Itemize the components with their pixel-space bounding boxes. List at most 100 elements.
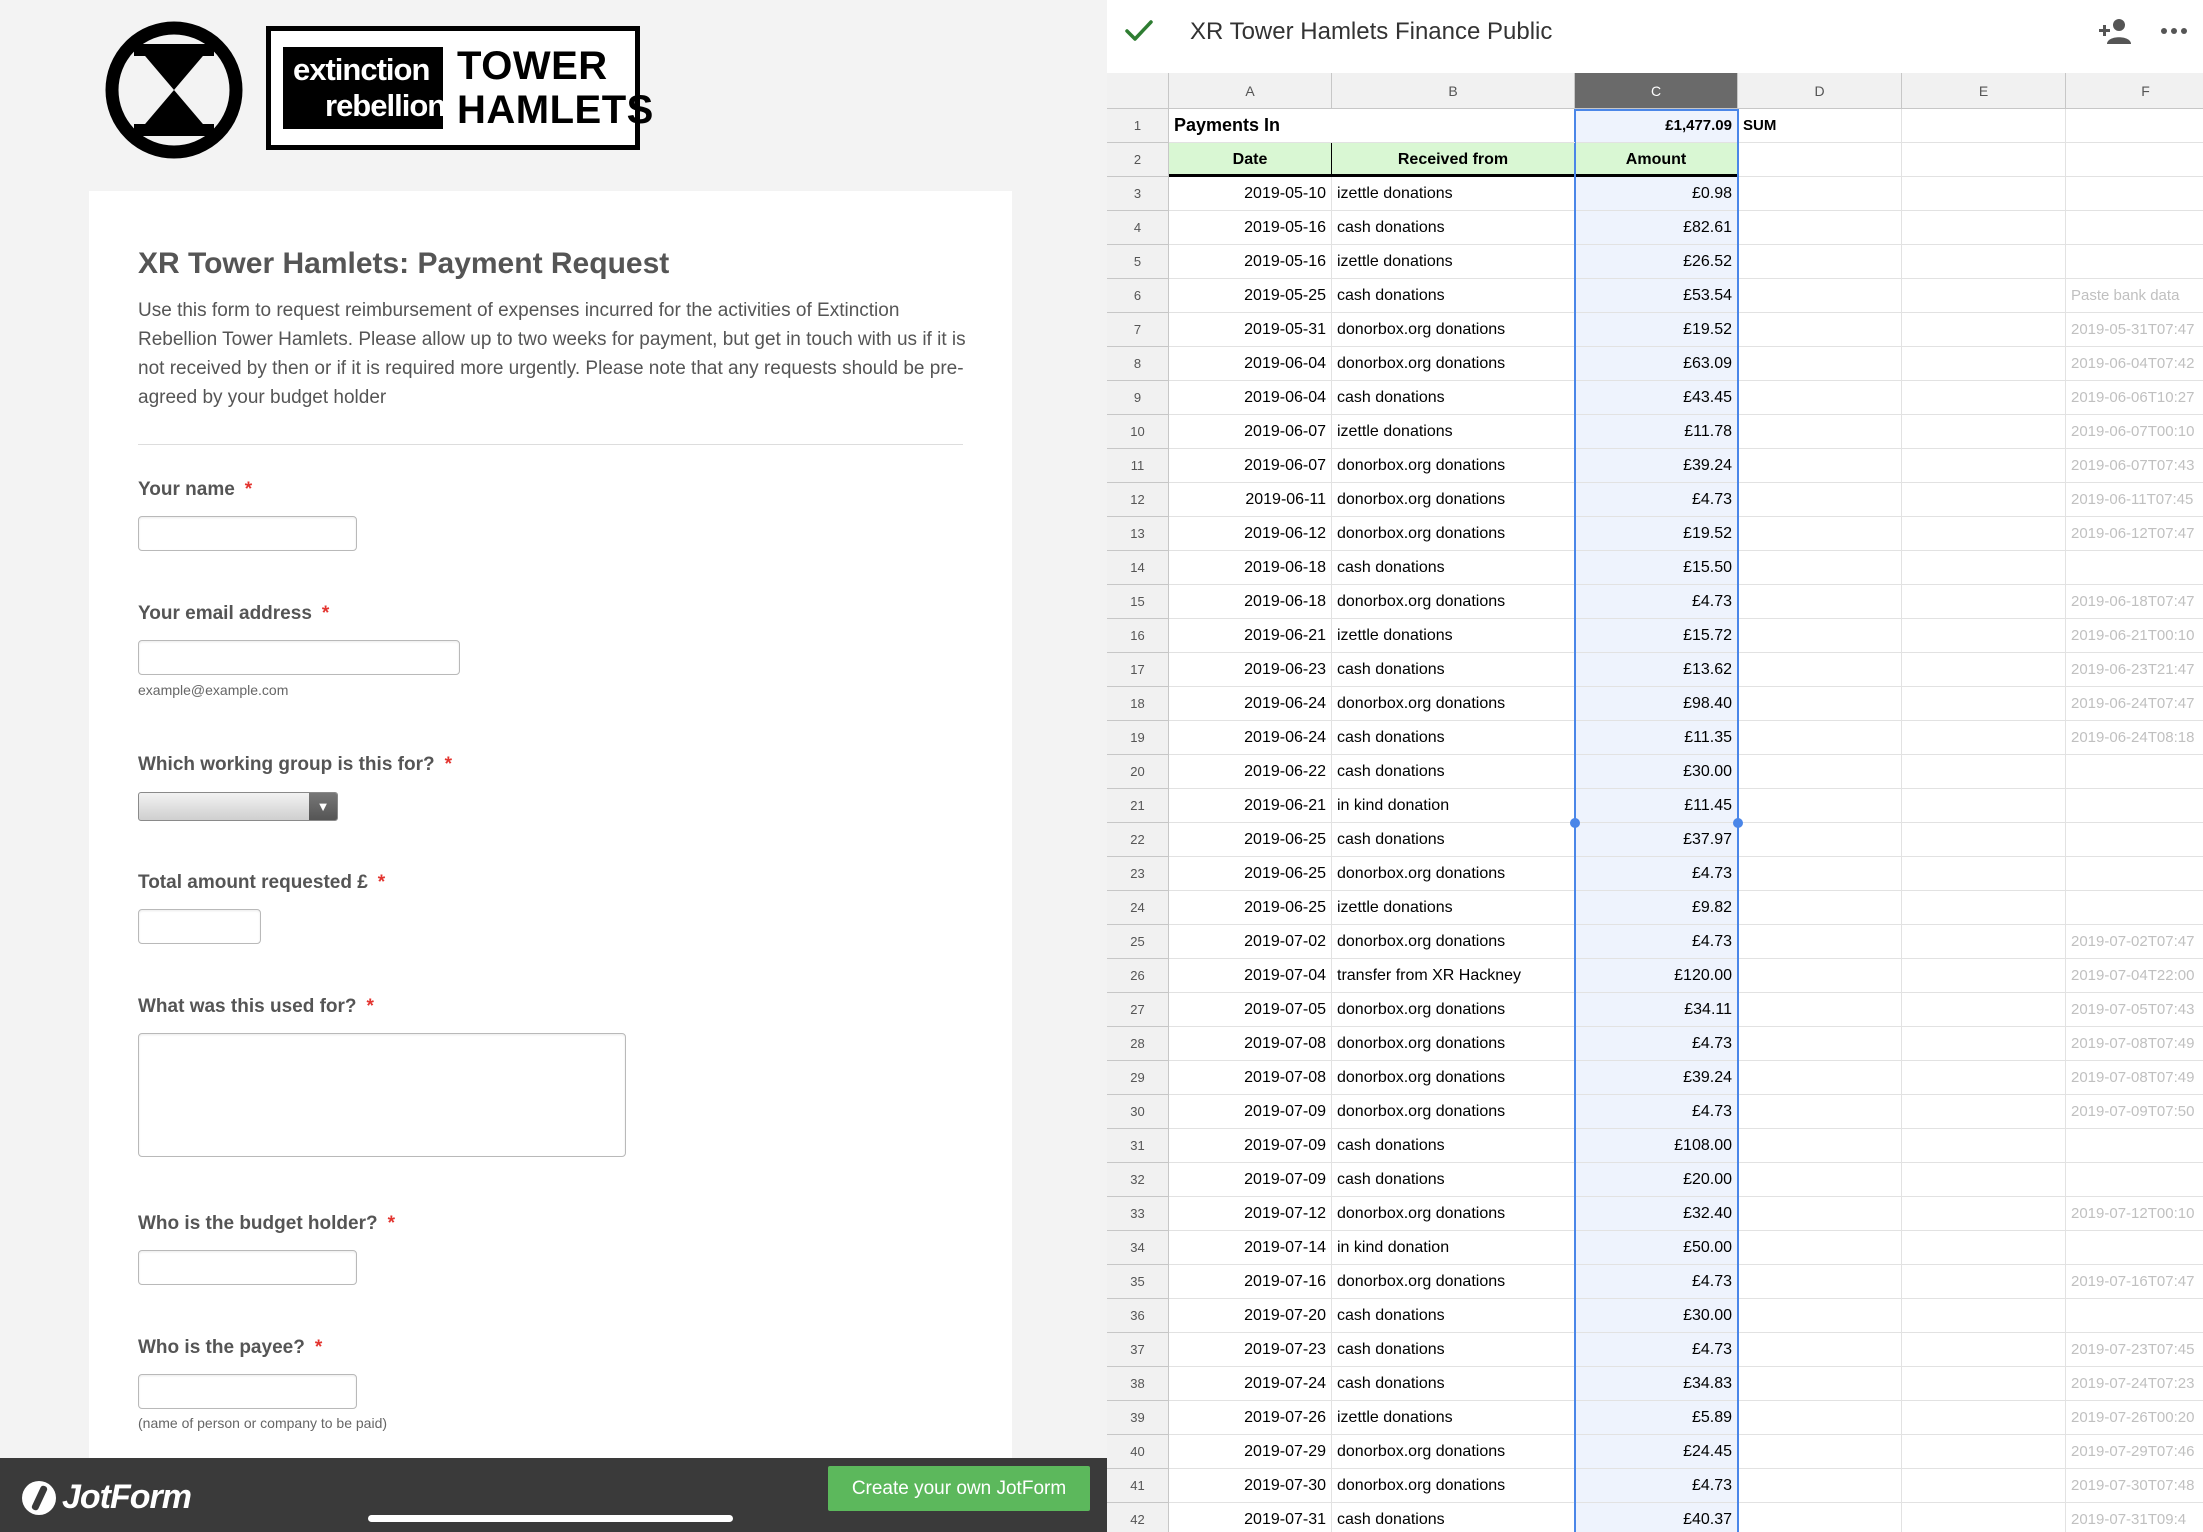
empty-cell[interactable] xyxy=(1738,1231,1902,1265)
empty-cell[interactable] xyxy=(1738,585,1902,619)
date-cell[interactable]: 2019-06-25 xyxy=(1169,857,1332,891)
bank-data-cell[interactable]: 2019-05-31T07:47 xyxy=(2066,313,2203,347)
amount-cell[interactable]: £39.24 xyxy=(1575,449,1738,483)
row-header[interactable]: 34 xyxy=(1107,1231,1169,1265)
bank-data-cell[interactable] xyxy=(2066,1231,2203,1265)
amount-cell[interactable]: £63.09 xyxy=(1575,347,1738,381)
received-from-cell[interactable]: izettle donations xyxy=(1332,177,1575,211)
bank-data-cell[interactable]: 2019-07-05T07:43 xyxy=(2066,993,2203,1027)
received-from-cell[interactable]: cash donations xyxy=(1332,721,1575,755)
received-from-cell[interactable]: donorbox.org donations xyxy=(1332,449,1575,483)
date-cell[interactable]: 2019-05-25 xyxy=(1169,279,1332,313)
amount-cell[interactable]: £0.98 xyxy=(1575,177,1738,211)
row-header[interactable]: 15 xyxy=(1107,585,1169,619)
received-from-cell[interactable]: donorbox.org donations xyxy=(1332,1197,1575,1231)
bank-data-cell[interactable] xyxy=(2066,551,2203,585)
received-from-cell[interactable]: cash donations xyxy=(1332,1163,1575,1197)
date-cell[interactable]: 2019-07-14 xyxy=(1169,1231,1332,1265)
empty-cell[interactable] xyxy=(1902,177,2066,211)
date-cell[interactable]: 2019-07-24 xyxy=(1169,1367,1332,1401)
row-header[interactable]: 42 xyxy=(1107,1503,1169,1532)
received-from-cell[interactable]: cash donations xyxy=(1332,755,1575,789)
amount-cell[interactable]: £9.82 xyxy=(1575,891,1738,925)
bank-data-cell[interactable]: 2019-07-16T07:47 xyxy=(2066,1265,2203,1299)
date-cell[interactable]: 2019-05-16 xyxy=(1169,245,1332,279)
amount-cell[interactable]: £4.73 xyxy=(1575,925,1738,959)
bank-data-cell[interactable]: 2019-07-12T00:10 xyxy=(2066,1197,2203,1231)
bank-data-cell[interactable]: 2019-06-11T07:45 xyxy=(2066,483,2203,517)
row-header[interactable]: 16 xyxy=(1107,619,1169,653)
received-from-cell[interactable]: donorbox.org donations xyxy=(1332,1265,1575,1299)
amount-cell[interactable]: £4.73 xyxy=(1575,483,1738,517)
selection-handle-left[interactable] xyxy=(1570,818,1580,828)
row-header[interactable]: 9 xyxy=(1107,381,1169,415)
amount-cell[interactable]: £19.52 xyxy=(1575,313,1738,347)
amount-cell[interactable]: £98.40 xyxy=(1575,687,1738,721)
received-from-cell[interactable]: donorbox.org donations xyxy=(1332,1027,1575,1061)
empty-cell[interactable] xyxy=(1902,1299,2066,1333)
column-header-c[interactable]: C xyxy=(1575,73,1738,109)
empty-cell[interactable] xyxy=(1738,1435,1902,1469)
empty-cell[interactable] xyxy=(1902,1129,2066,1163)
empty-cell[interactable] xyxy=(1738,517,1902,551)
row-header[interactable]: 32 xyxy=(1107,1163,1169,1197)
empty-cell[interactable] xyxy=(1738,619,1902,653)
received-from-cell[interactable]: cash donations xyxy=(1332,823,1575,857)
date-cell[interactable]: 2019-06-22 xyxy=(1169,755,1332,789)
bank-data-cell[interactable] xyxy=(2066,789,2203,823)
empty-cell[interactable] xyxy=(1738,279,1902,313)
bank-data-cell[interactable]: 2019-07-04T22:00 xyxy=(2066,959,2203,993)
check-icon[interactable] xyxy=(1123,14,1155,46)
row-header[interactable]: 2 xyxy=(1107,143,1169,177)
bank-data-cell[interactable]: 2019-06-07T07:43 xyxy=(2066,449,2203,483)
amount-cell[interactable]: £4.73 xyxy=(1575,857,1738,891)
column-header-e[interactable]: E xyxy=(1902,73,2066,109)
cell-e1[interactable] xyxy=(1902,109,2066,143)
empty-cell[interactable] xyxy=(1902,959,2066,993)
empty-cell[interactable] xyxy=(1902,517,2066,551)
amount-cell[interactable]: £82.61 xyxy=(1575,211,1738,245)
sum-value-cell[interactable]: £1,477.09 xyxy=(1575,109,1738,143)
empty-cell[interactable] xyxy=(1902,721,2066,755)
empty-cell[interactable] xyxy=(1902,1231,2066,1265)
date-cell[interactable]: 2019-07-09 xyxy=(1169,1095,1332,1129)
row-header[interactable]: 40 xyxy=(1107,1435,1169,1469)
row-header[interactable]: 31 xyxy=(1107,1129,1169,1163)
bank-data-cell[interactable]: 2019-06-04T07:42 xyxy=(2066,347,2203,381)
amount-cell[interactable]: £4.73 xyxy=(1575,1095,1738,1129)
amount-cell[interactable]: £53.54 xyxy=(1575,279,1738,313)
empty-cell[interactable] xyxy=(1902,1435,2066,1469)
cell-e2[interactable] xyxy=(1902,143,2066,177)
row-header[interactable]: 38 xyxy=(1107,1367,1169,1401)
row-header[interactable]: 24 xyxy=(1107,891,1169,925)
row-header[interactable]: 39 xyxy=(1107,1401,1169,1435)
bank-data-cell[interactable]: 2019-06-07T00:10 xyxy=(2066,415,2203,449)
empty-cell[interactable] xyxy=(1902,653,2066,687)
bank-data-cell[interactable]: 2019-06-21T00:10 xyxy=(2066,619,2203,653)
empty-cell[interactable] xyxy=(1902,1197,2066,1231)
empty-cell[interactable] xyxy=(1902,551,2066,585)
date-cell[interactable]: 2019-07-23 xyxy=(1169,1333,1332,1367)
amount-cell[interactable]: £4.73 xyxy=(1575,1469,1738,1503)
amount-cell[interactable]: £32.40 xyxy=(1575,1197,1738,1231)
row-header[interactable]: 4 xyxy=(1107,211,1169,245)
amount-cell[interactable]: £24.45 xyxy=(1575,1435,1738,1469)
row-header[interactable]: 3 xyxy=(1107,177,1169,211)
empty-cell[interactable] xyxy=(1902,755,2066,789)
empty-cell[interactable] xyxy=(1738,415,1902,449)
row-header[interactable]: 11 xyxy=(1107,449,1169,483)
row-header[interactable]: 41 xyxy=(1107,1469,1169,1503)
date-cell[interactable]: 2019-06-04 xyxy=(1169,381,1332,415)
empty-cell[interactable] xyxy=(1738,1061,1902,1095)
date-cell[interactable]: 2019-06-21 xyxy=(1169,619,1332,653)
received-from-cell[interactable]: izettle donations xyxy=(1332,415,1575,449)
amount-cell[interactable]: £30.00 xyxy=(1575,1299,1738,1333)
empty-cell[interactable] xyxy=(1738,653,1902,687)
received-from-cell[interactable]: cash donations xyxy=(1332,279,1575,313)
row-header[interactable]: 33 xyxy=(1107,1197,1169,1231)
date-cell[interactable]: 2019-06-24 xyxy=(1169,687,1332,721)
amount-cell[interactable]: £4.73 xyxy=(1575,585,1738,619)
empty-cell[interactable] xyxy=(1902,415,2066,449)
amount-cell[interactable]: £11.78 xyxy=(1575,415,1738,449)
empty-cell[interactable] xyxy=(1902,449,2066,483)
